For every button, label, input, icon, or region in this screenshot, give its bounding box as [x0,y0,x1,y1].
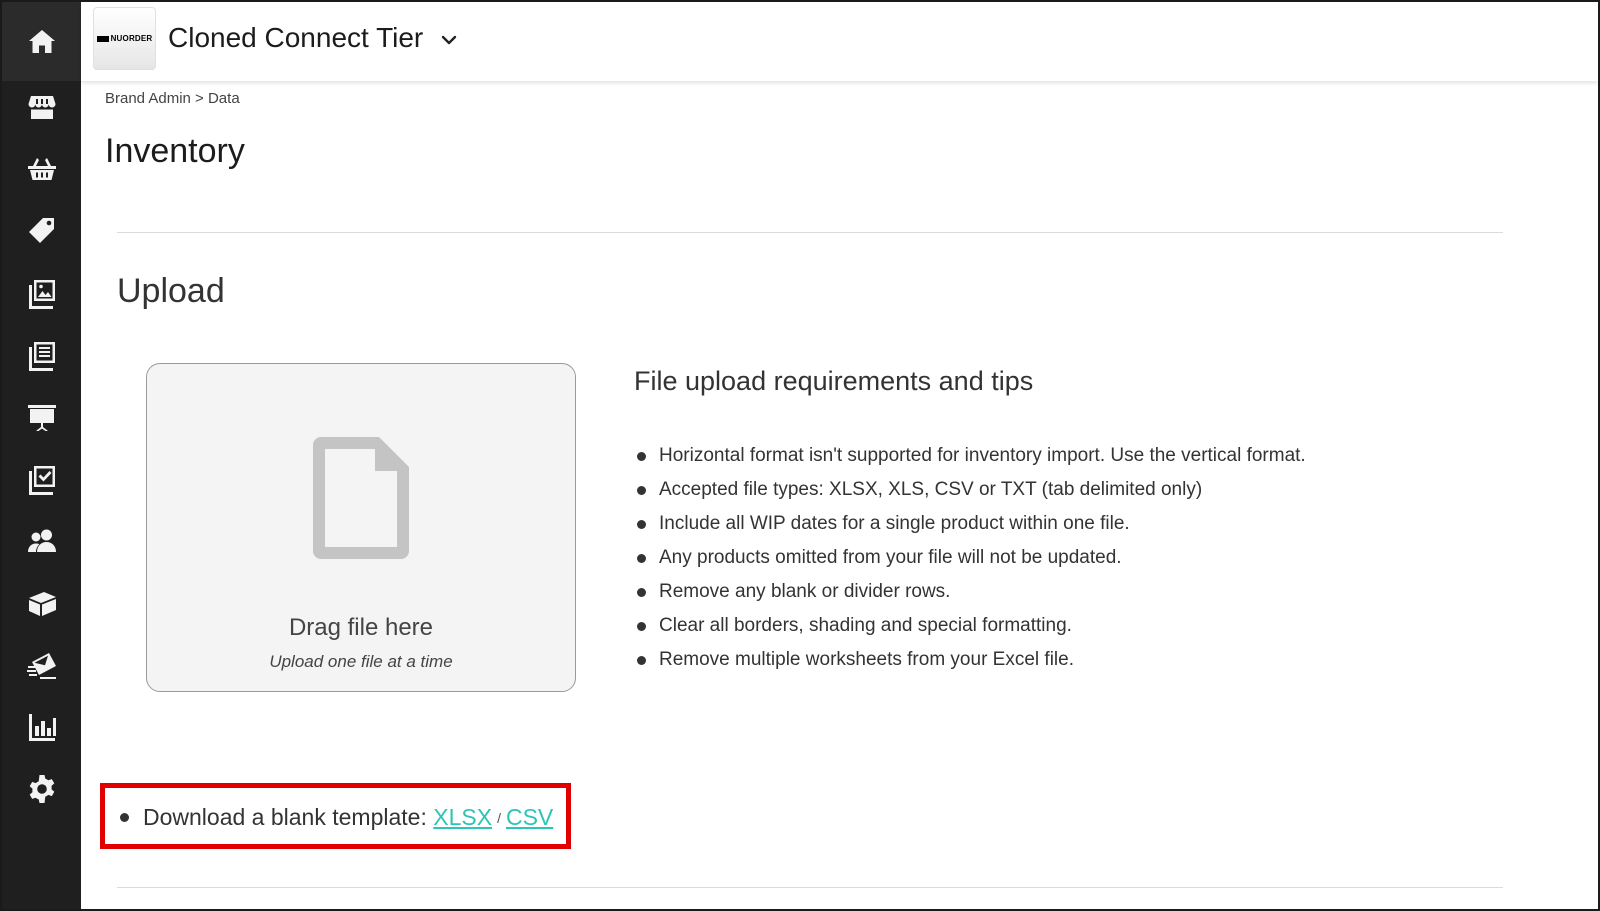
section-divider-bottom [117,887,1503,888]
gear-icon [29,775,54,803]
sidebar-item-storefront[interactable] [2,82,81,132]
storefront-icon [28,96,55,119]
bar-chart-icon [28,714,56,741]
brand-logo[interactable]: NUORDER [93,7,156,70]
sidebar-item-catalog[interactable] [2,330,81,380]
sidebar-item-reports[interactable] [2,702,81,752]
brand-logo-text: NUORDER [96,34,153,43]
section-divider-top [117,232,1503,233]
tips-title: File upload requirements and tips [634,366,1034,396]
sidebar-item-checklist[interactable] [2,454,81,504]
home-icon [28,29,55,53]
sidebar-item-presentations[interactable] [2,392,81,442]
page-title: Inventory [105,132,245,170]
file-dropzone[interactable]: Drag file here Upload one file at a time [146,363,576,692]
sidebar-item-gallery[interactable] [2,268,81,318]
users-icon [27,529,56,552]
sidebar [2,2,81,909]
sidebar-item-tags[interactable] [2,206,81,256]
dropzone-title: Drag file here [288,614,434,641]
download-csv-link[interactable]: CSV [506,804,553,831]
chevron-down-icon[interactable] [439,30,459,50]
list-item: Horizontal format isn't supported for in… [634,442,1306,476]
list-item: Clear all borders, shading and special f… [634,612,1306,646]
image-gallery-icon [28,280,55,309]
sidebar-item-basket[interactable] [2,144,81,194]
download-template-label: Download a blank template: [143,804,427,830]
list-item: Include all WIP dates for a single produ… [634,510,1306,544]
tag-icon [28,218,54,243]
sidebar-item-home[interactable] [2,2,81,81]
list-item: Remove multiple worksheets from your Exc… [634,646,1306,680]
link-separator: / [497,809,501,826]
checklist-icon [28,466,55,495]
sidebar-item-settings[interactable] [2,764,81,814]
list-item: Any products omitted from your file will… [634,544,1306,578]
list-item: Accepted file types: XLSX, XLS, CSV or T… [634,476,1306,510]
basket-icon [27,158,56,180]
email-icon [26,653,56,679]
download-template-row: Download a blank template: XLSX / CSV [120,804,553,831]
sidebar-item-packages[interactable] [2,578,81,628]
app-window: NUORDER Cloned Connect Tier Brand Admin … [0,0,1600,911]
tips-list: Horizontal format isn't supported for in… [634,442,1306,680]
top-header: NUORDER Cloned Connect Tier [81,2,1598,81]
breadcrumb[interactable]: Brand Admin > Data [105,90,240,107]
upload-section-title: Upload [117,272,225,310]
catalog-icon [28,342,55,371]
package-icon [28,592,56,616]
presentation-icon [27,405,56,431]
file-icon [313,437,409,559]
list-item: Remove any blank or divider rows. [634,578,1306,612]
sidebar-item-users[interactable] [2,516,81,566]
download-xlsx-link[interactable]: XLSX [433,804,492,831]
dropzone-subtitle: Upload one file at a time [269,652,453,671]
sidebar-item-messages[interactable] [2,640,81,690]
bullet [120,813,129,822]
account-title[interactable]: Cloned Connect Tier [168,22,423,54]
